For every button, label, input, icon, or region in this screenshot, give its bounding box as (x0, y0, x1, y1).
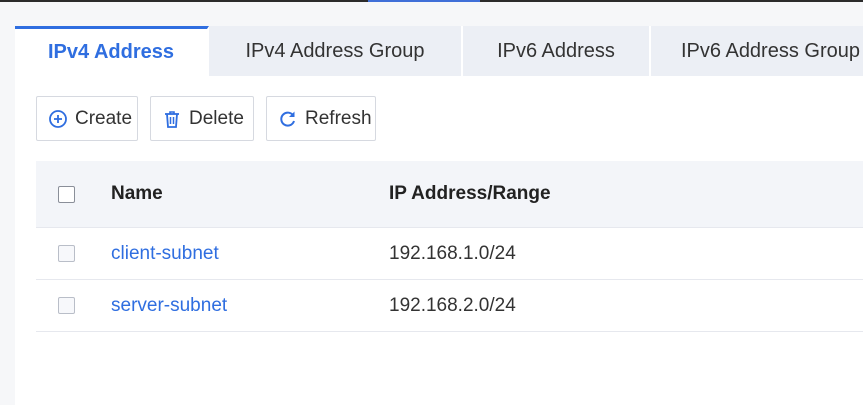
tab-ipv6-address[interactable]: IPv6 Address (463, 26, 651, 76)
address-name-link[interactable]: server-subnet (111, 280, 227, 331)
ip-range-cell: 192.168.2.0/24 (389, 295, 516, 316)
trash-icon (162, 109, 182, 129)
plus-circle-icon (48, 109, 68, 129)
table-row: client-subnet 192.168.1.0/24 (36, 228, 863, 280)
create-button[interactable]: Create (36, 96, 138, 141)
refresh-button-label: Refresh (305, 107, 372, 129)
tab-bar: IPv4 Address IPv4 Address Group IPv6 Add… (15, 26, 863, 76)
column-header-ip-range: IP Address/Range (389, 183, 551, 204)
refresh-button[interactable]: Refresh (266, 96, 376, 141)
delete-button[interactable]: Delete (150, 96, 254, 141)
row-checkbox[interactable] (58, 297, 75, 314)
address-table: Name IP Address/Range client-subnet 192.… (36, 161, 863, 332)
create-button-label: Create (75, 107, 133, 129)
row-checkbox[interactable] (58, 245, 75, 262)
ip-range-cell: 192.168.1.0/24 (389, 243, 516, 264)
column-header-name[interactable]: Name (111, 161, 163, 227)
tab-ipv4-address[interactable]: IPv4 Address (15, 26, 209, 76)
refresh-icon (278, 109, 298, 129)
select-all-checkbox[interactable] (58, 186, 75, 203)
table-header-row: Name IP Address/Range (36, 161, 863, 228)
address-name-link[interactable]: client-subnet (111, 228, 219, 279)
delete-button-label: Delete (189, 107, 244, 129)
tab-ipv6-address-group[interactable]: IPv6 Address Group (651, 26, 863, 76)
tab-ipv4-address-group[interactable]: IPv4 Address Group (209, 26, 463, 76)
table-row: server-subnet 192.168.2.0/24 (36, 280, 863, 332)
